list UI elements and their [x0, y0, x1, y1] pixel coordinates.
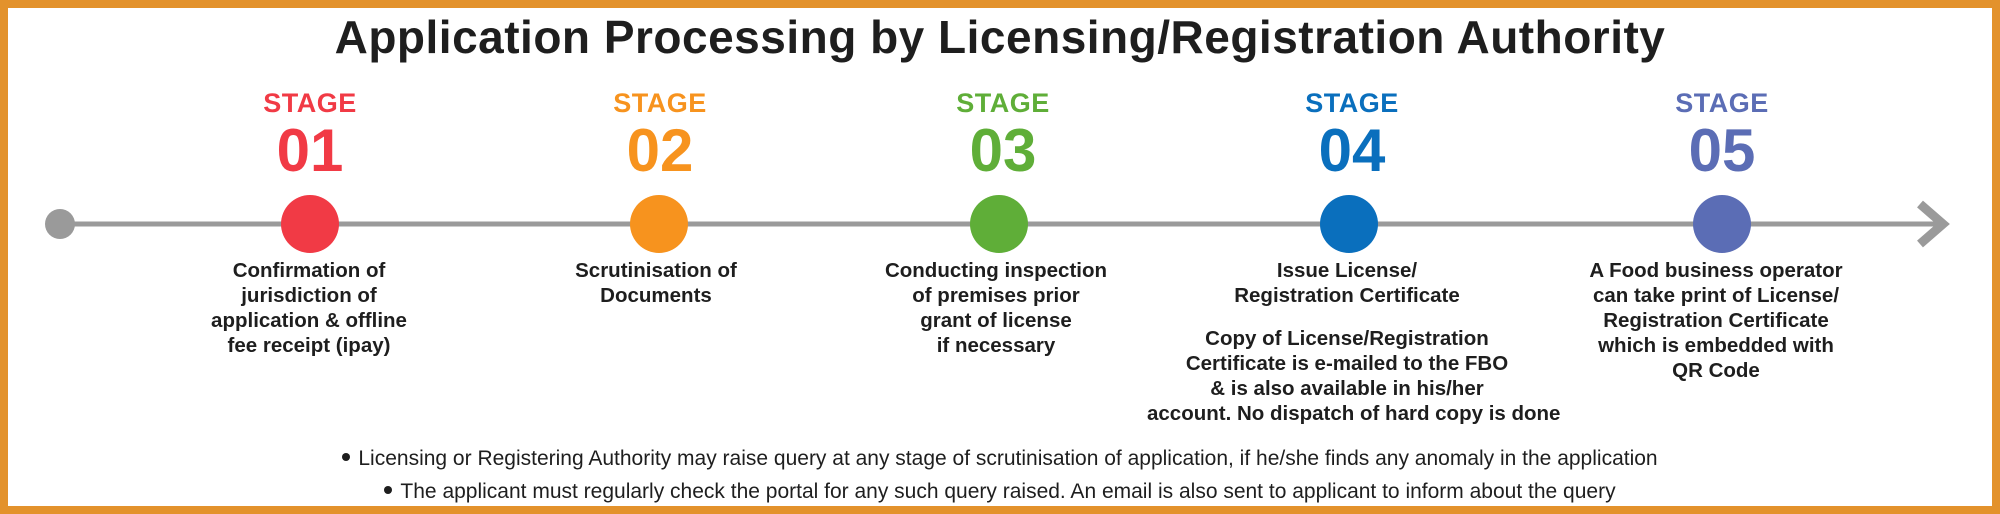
stage-dot: [970, 195, 1028, 253]
description-line: Registration Certificate: [1603, 309, 1829, 332]
stage-label: STAGE: [613, 88, 707, 118]
description-line: jurisdiction of: [241, 284, 377, 307]
description-line: of premises prior: [912, 284, 1080, 307]
description-line: Confirmation of: [232, 259, 386, 282]
stage-label: STAGE: [1305, 88, 1399, 118]
stage-header: STAGE 02: [460, 88, 860, 182]
bullet-icon: [384, 486, 393, 495]
note-text: The applicant must regularly check the p…: [400, 480, 1616, 503]
description-line: A Food business operator: [1589, 259, 1843, 282]
stage-number: 01: [276, 117, 344, 184]
stage-dot: [630, 195, 688, 253]
stage-dot: [281, 195, 339, 253]
description-extra-line: & is also available in his/her: [1210, 377, 1484, 400]
note-item: The applicant must regularly check the p…: [0, 475, 2000, 508]
note-text: Licensing or Registering Authority may r…: [358, 447, 1658, 470]
stage-label: STAGE: [956, 88, 1050, 118]
stage-description: Issue License/ Registration Certificate …: [1147, 258, 1561, 426]
description-line: which is embedded with: [1598, 334, 1834, 357]
description-line: can take print of License/: [1592, 284, 1840, 307]
description-extra-line: Certificate is e-mailed to the FBO: [1185, 352, 1509, 375]
description-line: Issue License/: [1276, 259, 1418, 282]
description-line: grant of license: [920, 309, 1072, 332]
description-line: fee receipt (ipay): [227, 334, 391, 357]
stage-number: 05: [1688, 117, 1756, 184]
description-line: QR Code: [1672, 359, 1760, 382]
bullet-icon: [342, 453, 351, 462]
description-line: if necessary: [936, 334, 1056, 357]
stage-header: STAGE 03: [803, 88, 1203, 182]
stage-header: STAGE 04: [1152, 88, 1552, 182]
description-line: Conducting inspection: [884, 259, 1108, 282]
stage-header: STAGE 01: [110, 88, 510, 182]
stage-label: STAGE: [1675, 88, 1769, 118]
description-line: Registration Certificate: [1234, 284, 1460, 307]
stage-dot: [1693, 195, 1751, 253]
description-extra-line: account. No dispatch of hard copy is don…: [1147, 402, 1561, 425]
stage-number: 03: [969, 117, 1037, 184]
stage-label: STAGE: [263, 88, 357, 118]
stage-number: 02: [626, 117, 694, 184]
notes: Licensing or Registering Authority may r…: [0, 442, 2000, 508]
stage-dot: [1320, 195, 1378, 253]
timeline: [45, 195, 1950, 253]
description-extra-line: Copy of License/Registration: [1205, 327, 1489, 350]
stage-header: STAGE 05: [1522, 88, 1922, 182]
note-item: Licensing or Registering Authority may r…: [0, 442, 2000, 475]
stage-description: Confirmation of jurisdiction of applicat…: [109, 258, 509, 358]
stage-description: A Food business operator can take print …: [1516, 258, 1916, 383]
stage-description: Conducting inspection of premises prior …: [796, 258, 1196, 358]
stage-number: 04: [1318, 117, 1386, 184]
description-line: application & offline: [211, 309, 407, 332]
timeline-start-dot: [45, 209, 75, 239]
